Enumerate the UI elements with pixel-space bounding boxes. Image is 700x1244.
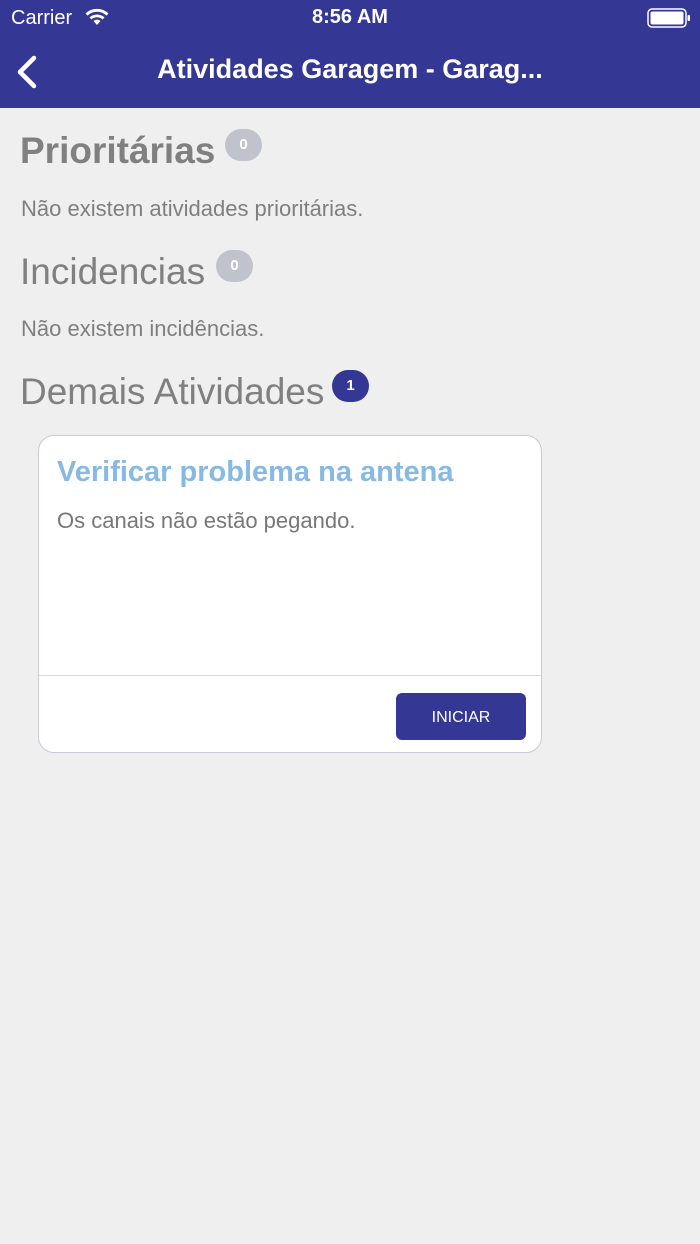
navigation-bar: Atividades Garagem - Garag... [0,36,700,108]
count-badge-incidents: 0 [216,250,253,282]
card-divider [39,675,541,676]
activity-title: Verificar problema na antena [57,456,454,488]
page-title: Atividades Garagem - Garag... [157,54,543,84]
empty-message-priority: Não existem atividades prioritárias. [21,196,364,221]
count-badge-priority: 0 [225,129,262,161]
top-bar: Carrier 8:56 AM Atividades Garagem - Gar… [0,0,700,108]
empty-message-incidents: Não existem incidências. [21,316,265,341]
activity-card[interactable]: Verificar problema na antena Os canais n… [38,435,542,753]
section-title-other: Demais Atividades [20,371,325,412]
activity-description: Os canais não estão pegando. [57,508,356,533]
start-button[interactable]: INICIAR [396,693,526,740]
section-title-priority: Prioritárias [20,130,216,171]
status-time: 8:56 AM [312,6,388,28]
section-title-incidents: Incidencias [20,251,206,292]
status-bar: Carrier 8:56 AM [0,0,700,36]
count-badge-other: 1 [332,370,369,402]
battery-icon [647,8,690,28]
chevron-left-icon[interactable] [10,52,44,92]
